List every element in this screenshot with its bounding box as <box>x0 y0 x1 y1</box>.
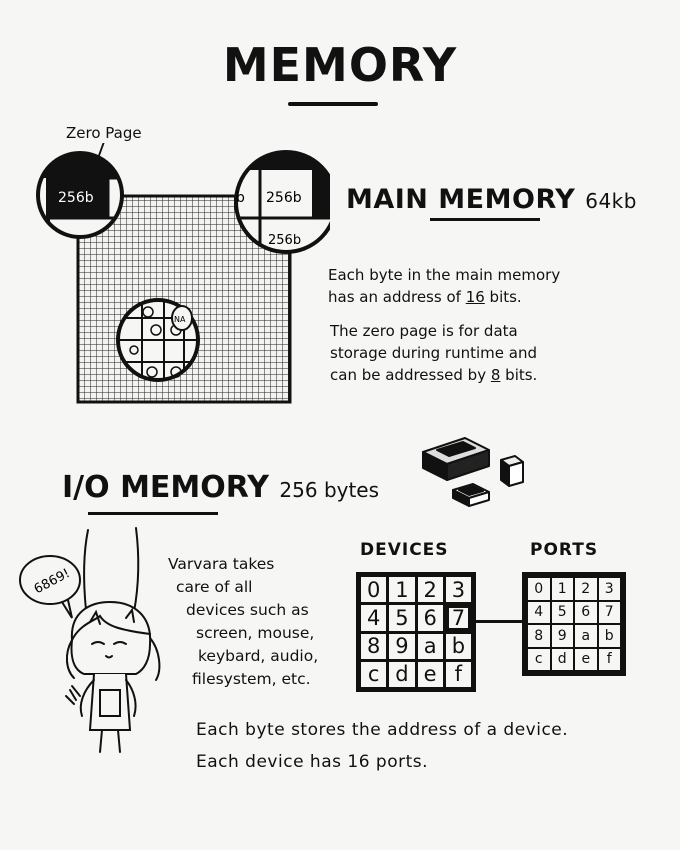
io-memory-size: 256 bytes <box>279 478 380 502</box>
varvara-line: Varvara takes <box>168 555 275 573</box>
byte-device-statement: Each byte stores the address of a device… <box>196 720 569 740</box>
device-cell-f: f <box>445 661 471 687</box>
zoom-center-circle: NA <box>116 298 200 382</box>
device-cell-1: 1 <box>389 577 415 603</box>
devices-label: DEVICES <box>360 540 449 560</box>
desc-line: bits. <box>500 366 538 384</box>
varvara-line: screen, mouse, <box>196 624 315 642</box>
desc-line: The zero page is for data <box>330 322 518 340</box>
io-memory-underline <box>88 512 218 515</box>
devices-grid: 0123 4567 89ab cdef <box>356 572 476 692</box>
zoom-left-label: 256b <box>58 190 94 206</box>
port-cell-f: f <box>598 648 620 670</box>
page-title: MEMORY <box>222 38 458 92</box>
port-cell-c: c <box>528 648 550 670</box>
port-cell-b: b <box>598 625 620 647</box>
port-cell-3: 3 <box>598 578 620 600</box>
io-memory-title-text: I/O MEMORY <box>62 470 269 505</box>
port-cell-4: 4 <box>528 601 550 623</box>
port-cell-d: d <box>551 648 573 670</box>
device-cell-9: 9 <box>389 633 415 659</box>
zoom-right-label-c: 256b <box>268 233 301 248</box>
device-cell-e: e <box>417 661 443 687</box>
desc-line: bits. <box>484 288 522 306</box>
main-memory-title-text: MAIN MEMORY <box>346 184 576 215</box>
device-port-connector <box>476 620 522 623</box>
port-cell-7: 7 <box>598 601 620 623</box>
zoom-right-label-b: 256b <box>266 190 302 206</box>
desc-line: Each byte in the main memory <box>328 266 561 284</box>
zero-page-bits-value: 8 <box>490 366 501 384</box>
title-underline <box>288 102 378 106</box>
desc-line: can be addressed by <box>330 366 491 384</box>
zero-page-description: The zero page is for data storage during… <box>330 320 620 386</box>
device-cell-7: 7 <box>445 605 471 631</box>
device-cell-3: 3 <box>445 577 471 603</box>
io-memory-title: I/O MEMORY 256 bytes <box>62 470 379 505</box>
device-cell-0: 0 <box>361 577 387 603</box>
port-cell-9: 9 <box>551 625 573 647</box>
desc-line: has an address of <box>328 288 466 306</box>
memory-grid-illustration: 256b b 256b 256b NA <box>36 150 330 404</box>
port-cell-0: 0 <box>528 578 550 600</box>
device-cell-b: b <box>445 633 471 659</box>
main-memory-byte-description: Each byte in the main memory has an addr… <box>328 264 608 308</box>
device-cell-a: a <box>417 633 443 659</box>
port-cell-e: e <box>575 648 597 670</box>
device-ports-statement: Each device has 16 ports. <box>196 752 429 772</box>
varvara-description: Varvara takes care of all devices such a… <box>168 553 348 691</box>
varvara-line: care of all <box>176 578 253 596</box>
main-memory-size: 64kb <box>585 189 637 213</box>
device-cell-c: c <box>361 661 387 687</box>
varvara-line: keybard, audio, <box>198 647 319 665</box>
character-illustration: 6869! <box>19 527 161 753</box>
port-cell-6: 6 <box>575 601 597 623</box>
device-cell-6: 6 <box>417 605 443 631</box>
main-memory-title: MAIN MEMORY 64kb <box>346 184 637 215</box>
device-cell-4: 4 <box>361 605 387 631</box>
zoom-center-label: NA <box>174 315 186 324</box>
main-memory-underline <box>430 218 540 221</box>
device-cell-d: d <box>389 661 415 687</box>
device-cell-8: 8 <box>361 633 387 659</box>
port-cell-8: 8 <box>528 625 550 647</box>
port-cell-a: a <box>575 625 597 647</box>
port-cell-1: 1 <box>551 578 573 600</box>
varvara-line: devices such as <box>186 601 309 619</box>
varvara-line: filesystem, etc. <box>192 670 311 688</box>
ports-grid: 0123 4567 89ab cdef <box>522 572 626 676</box>
address-bits-value: 16 <box>465 288 485 306</box>
desc-line: storage during runtime and <box>330 344 537 362</box>
device-cell-5: 5 <box>389 605 415 631</box>
ports-label: PORTS <box>530 540 599 560</box>
device-cell-2: 2 <box>417 577 443 603</box>
port-cell-2: 2 <box>575 578 597 600</box>
boxes-illustration <box>422 437 524 507</box>
zoom-right-label-a: b <box>236 190 245 206</box>
port-cell-5: 5 <box>551 601 573 623</box>
